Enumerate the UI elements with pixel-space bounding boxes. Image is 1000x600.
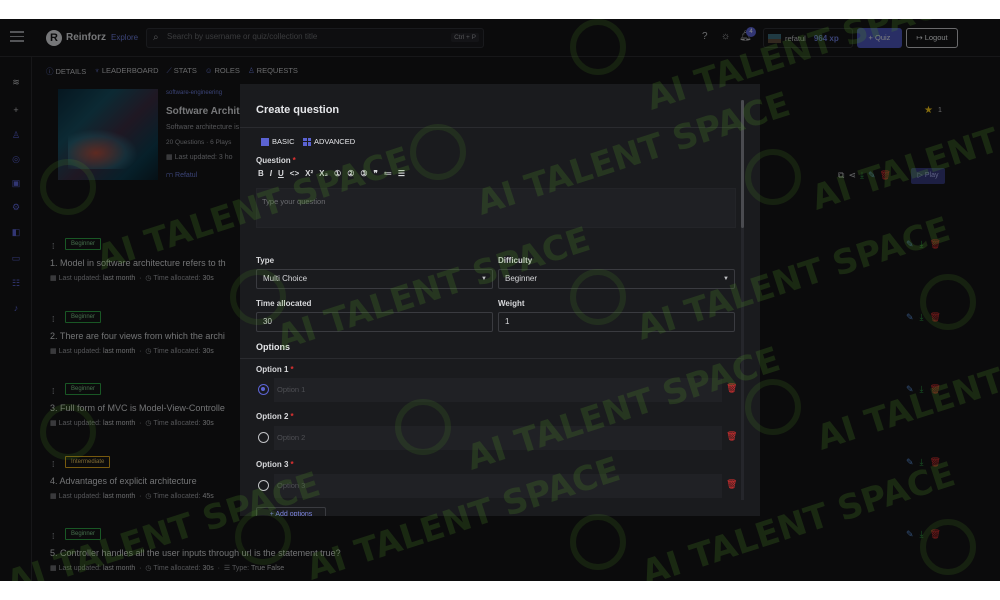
superscript-icon[interactable]: X² — [305, 169, 313, 178]
trash-icon[interactable]: 🗑︎ — [726, 383, 737, 394]
editor-toolbar: B I U <> X² X₂ ① ② ③ ❞ ≔ ☰ — [258, 169, 405, 178]
type-label: Type — [256, 256, 275, 265]
chevron-down-icon: ▼ — [481, 276, 487, 282]
tab-basic[interactable]: BASIC — [261, 137, 295, 146]
option-3-label: Option 3 * — [256, 460, 294, 469]
chevron-down-icon: ▼ — [723, 276, 729, 282]
type-select[interactable]: Multi Choice ▼ — [256, 269, 493, 289]
option-2-input[interactable]: Option 2 — [274, 426, 722, 450]
app-window: R Reinforz Explore ⌕ Ctrl + P ? ☼ 🔔︎ 4 r… — [0, 19, 1000, 581]
tab-advanced[interactable]: ADVANCED — [303, 137, 355, 146]
heading3-icon[interactable]: ③ — [360, 169, 367, 178]
option-1-row: Option 1 🗑︎ — [256, 378, 737, 402]
option-2-row: Option 2 🗑︎ — [256, 426, 737, 450]
grid-icon — [303, 137, 311, 146]
time-allocated-label: Time allocated — [256, 299, 312, 308]
option-2-label: Option 2 * — [256, 412, 294, 421]
options-heading: Options — [256, 342, 290, 352]
difficulty-select[interactable]: Beginner ▼ — [498, 269, 735, 289]
option-3-row: Option 3 🗑︎ — [256, 474, 737, 498]
italic-icon[interactable]: I — [270, 169, 272, 178]
trash-icon[interactable]: 🗑︎ — [726, 431, 737, 442]
ordered-list-icon[interactable]: ≔ — [384, 169, 392, 178]
weight-label: Weight — [498, 299, 525, 308]
add-options-button[interactable]: + Add options — [256, 507, 326, 516]
divider — [240, 127, 744, 128]
divider — [240, 358, 744, 359]
question-editor[interactable]: Type your question — [256, 188, 736, 228]
option-1-radio[interactable] — [258, 384, 269, 395]
question-label: Question * — [256, 156, 296, 165]
bullet-list-icon[interactable]: ☰ — [398, 169, 405, 178]
scrollbar-thumb[interactable] — [741, 100, 744, 228]
option-1-input[interactable]: Option 1 — [274, 378, 722, 402]
create-question-modal: Create question BASIC ADVANCED Question *… — [240, 84, 760, 516]
trash-icon[interactable]: 🗑︎ — [726, 479, 737, 490]
difficulty-label: Difficulty — [498, 256, 533, 265]
option-1-label: Option 1 * — [256, 365, 294, 374]
weight-input[interactable]: 1 — [498, 312, 735, 332]
option-3-radio[interactable] — [258, 480, 269, 491]
heading2-icon[interactable]: ② — [347, 169, 354, 178]
subscript-icon[interactable]: X₂ — [319, 169, 328, 178]
modal-title: Create question — [256, 104, 340, 116]
question-placeholder: Type your question — [262, 197, 326, 206]
code-icon[interactable]: <> — [290, 169, 299, 178]
quote-icon[interactable]: ❞ — [374, 169, 378, 178]
heading1-icon[interactable]: ① — [334, 169, 341, 178]
square-icon — [261, 137, 269, 146]
underline-icon[interactable]: U — [278, 169, 284, 178]
option-3-input[interactable]: Option 3 — [274, 474, 722, 498]
bold-icon[interactable]: B — [258, 169, 264, 178]
option-2-radio[interactable] — [258, 432, 269, 443]
time-allocated-input[interactable]: 30 — [256, 312, 493, 332]
